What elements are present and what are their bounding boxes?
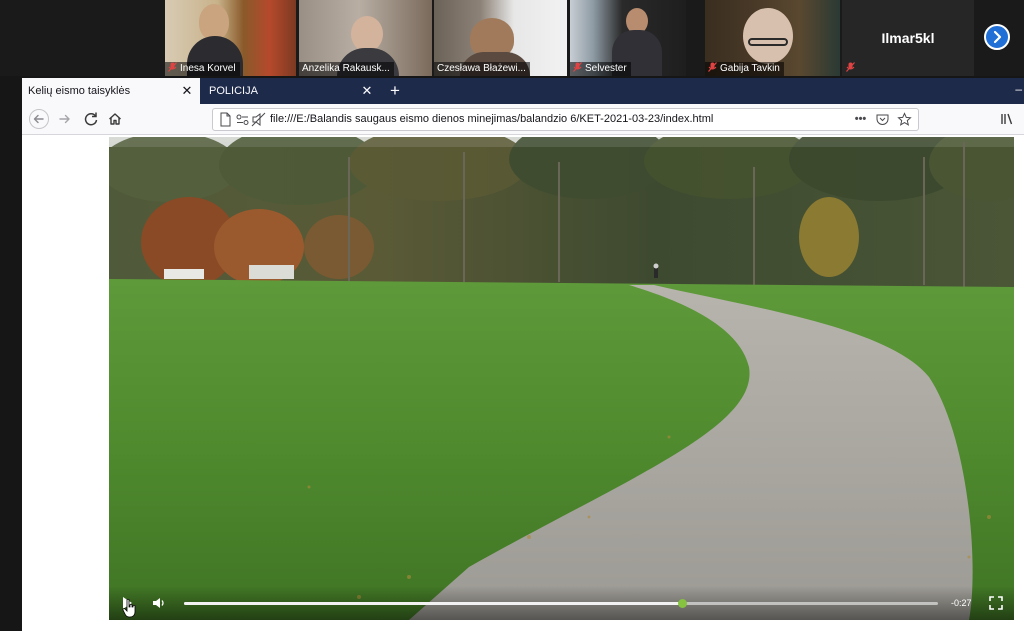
tab-keliu-eismo-taisykles[interactable]: Kelių eismo taisyklės ✕ <box>22 78 200 104</box>
video-frame <box>109 137 1014 620</box>
tab-bar: Kelių eismo taisyklės ✕ POLICIJA ✕ + – <box>22 78 1024 104</box>
person-head <box>199 4 229 40</box>
mic-off-icon <box>168 62 177 72</box>
home-icon <box>109 113 121 125</box>
tab-title: POLICIJA <box>209 85 258 97</box>
progress-thumb[interactable] <box>677 599 687 608</box>
chevron-right-icon <box>993 30 1002 44</box>
distant-cyclist <box>653 263 659 278</box>
participant-name-bar: Inesa Korvel <box>165 62 240 76</box>
volume-icon[interactable] <box>151 595 167 611</box>
forward-button[interactable] <box>54 108 76 130</box>
permissions-icon[interactable] <box>235 112 250 127</box>
url-text: file:///E:/Balandis saugaus eismo dienos… <box>270 113 714 125</box>
page-icon[interactable] <box>218 112 233 127</box>
participant-tile[interactable]: Gabija Tavkin <box>705 0 840 76</box>
navigation-toolbar: file:///E:/Balandis saugaus eismo dienos… <box>22 104 1024 135</box>
distant-building <box>249 265 294 279</box>
new-tab-button[interactable]: + <box>384 78 406 104</box>
participant-tile-no-video[interactable]: Ilmar5kl <box>842 0 974 76</box>
person-head <box>743 8 793 64</box>
mic-off-icon <box>573 62 582 72</box>
close-tab-icon[interactable]: ✕ <box>360 78 374 104</box>
participant-name: Czesława Błażewi... <box>437 63 526 74</box>
home-button[interactable] <box>104 108 126 130</box>
participant-name-bar: Czesława Błażewi... <box>434 62 530 76</box>
library-button[interactable] <box>996 108 1018 130</box>
participant-name: Gabija Tavkin <box>720 63 780 74</box>
participant-name-bar: Gabija Tavkin <box>705 62 784 76</box>
bookmark-star-icon[interactable] <box>897 112 912 127</box>
distant-building <box>164 269 204 279</box>
participant-name: Anzelika Rakausk... <box>302 63 390 74</box>
fullscreen-icon[interactable] <box>989 596 1003 610</box>
participant-strip: Inesa Korvel Anzelika Rakausk... Czesław… <box>0 0 1024 76</box>
participant-tile[interactable]: Czesława Błażewi... <box>434 0 567 76</box>
mic-off-icon <box>846 62 855 72</box>
participant-tile[interactable]: Selvester <box>570 0 686 76</box>
participant-tile[interactable]: Inesa Korvel <box>165 0 296 76</box>
tab-policija[interactable]: POLICIJA ✕ <box>200 78 380 104</box>
next-participants-button[interactable] <box>984 24 1010 50</box>
participant-tile[interactable]: Anzelika Rakausk... <box>299 0 432 76</box>
progress-bar[interactable] <box>184 599 938 608</box>
participant-name: Ilmar5kl <box>881 30 935 46</box>
page-content: -0:27 <box>22 135 1024 631</box>
minimize-icon[interactable]: – <box>1015 78 1022 100</box>
video-player[interactable]: -0:27 <box>109 137 1014 620</box>
person-head <box>351 16 383 52</box>
participant-name: Inesa Korvel <box>180 63 236 74</box>
video-controls: -0:27 <box>109 586 1014 620</box>
reload-icon <box>84 112 98 126</box>
participant-name-bar: Anzelika Rakausk... <box>299 62 394 76</box>
arrow-left-icon <box>29 109 49 129</box>
pocket-icon[interactable] <box>875 112 890 127</box>
reload-button[interactable] <box>80 108 102 130</box>
glasses <box>748 38 788 46</box>
address-bar[interactable]: file:///E:/Balandis saugaus eismo dienos… <box>212 108 919 131</box>
participant-name-bar: Selvester <box>570 62 631 76</box>
time-remaining: -0:27 <box>951 598 972 608</box>
page-actions-icon[interactable]: ••• <box>853 112 868 127</box>
browser-window: Kelių eismo taisyklės ✕ POLICIJA ✕ + – f… <box>22 78 1024 631</box>
mic-off-icon <box>708 62 717 72</box>
close-tab-icon[interactable]: ✕ <box>180 78 194 104</box>
play-button[interactable] <box>123 597 132 609</box>
participant-name: Selvester <box>585 63 627 74</box>
back-button[interactable] <box>28 108 50 130</box>
autoplay-blocked-icon[interactable] <box>251 112 266 127</box>
library-icon <box>1001 113 1013 125</box>
arrow-right-icon <box>59 114 70 124</box>
progress-fill <box>184 602 682 605</box>
tab-title: Kelių eismo taisyklės <box>28 85 131 97</box>
